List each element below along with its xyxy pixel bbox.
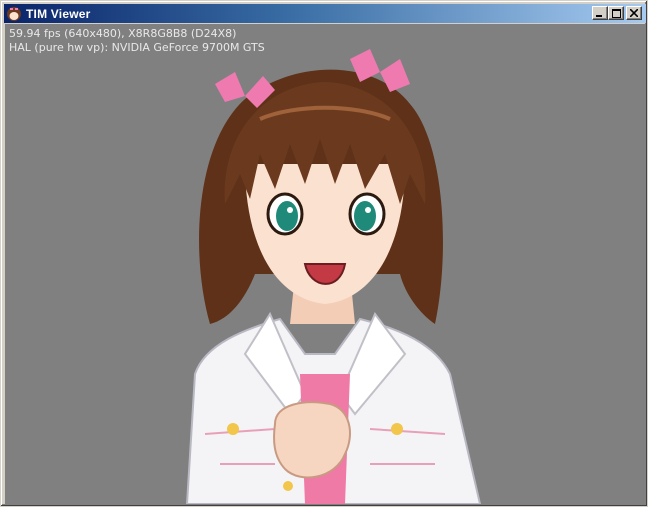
- render-viewport[interactable]: 59.94 fps (640x480), X8R8G8B8 (D24X8) HA…: [5, 24, 645, 504]
- window-title: TIM Viewer: [26, 6, 91, 21]
- close-button[interactable]: [626, 6, 642, 20]
- stats-overlay: 59.94 fps (640x480), X8R8G8B8 (D24X8) HA…: [9, 27, 265, 55]
- maximize-icon: [611, 8, 621, 18]
- fps-text: 59.94 fps (640x480), X8R8G8B8 (D24X8): [9, 27, 237, 40]
- close-icon: [630, 9, 638, 17]
- device-text: HAL (pure hw vp): NVIDIA GeForce 9700M G…: [9, 41, 265, 54]
- app-window: TIM Viewer 59.94 fps (640x480), X8R8G8B8…: [0, 0, 648, 507]
- minimize-icon: [596, 15, 602, 17]
- maximize-button[interactable]: [608, 6, 624, 20]
- character-head-icon: [7, 6, 21, 21]
- minimize-button[interactable]: [592, 6, 608, 20]
- title-bar[interactable]: TIM Viewer: [4, 4, 646, 23]
- character-render: [185, 49, 482, 504]
